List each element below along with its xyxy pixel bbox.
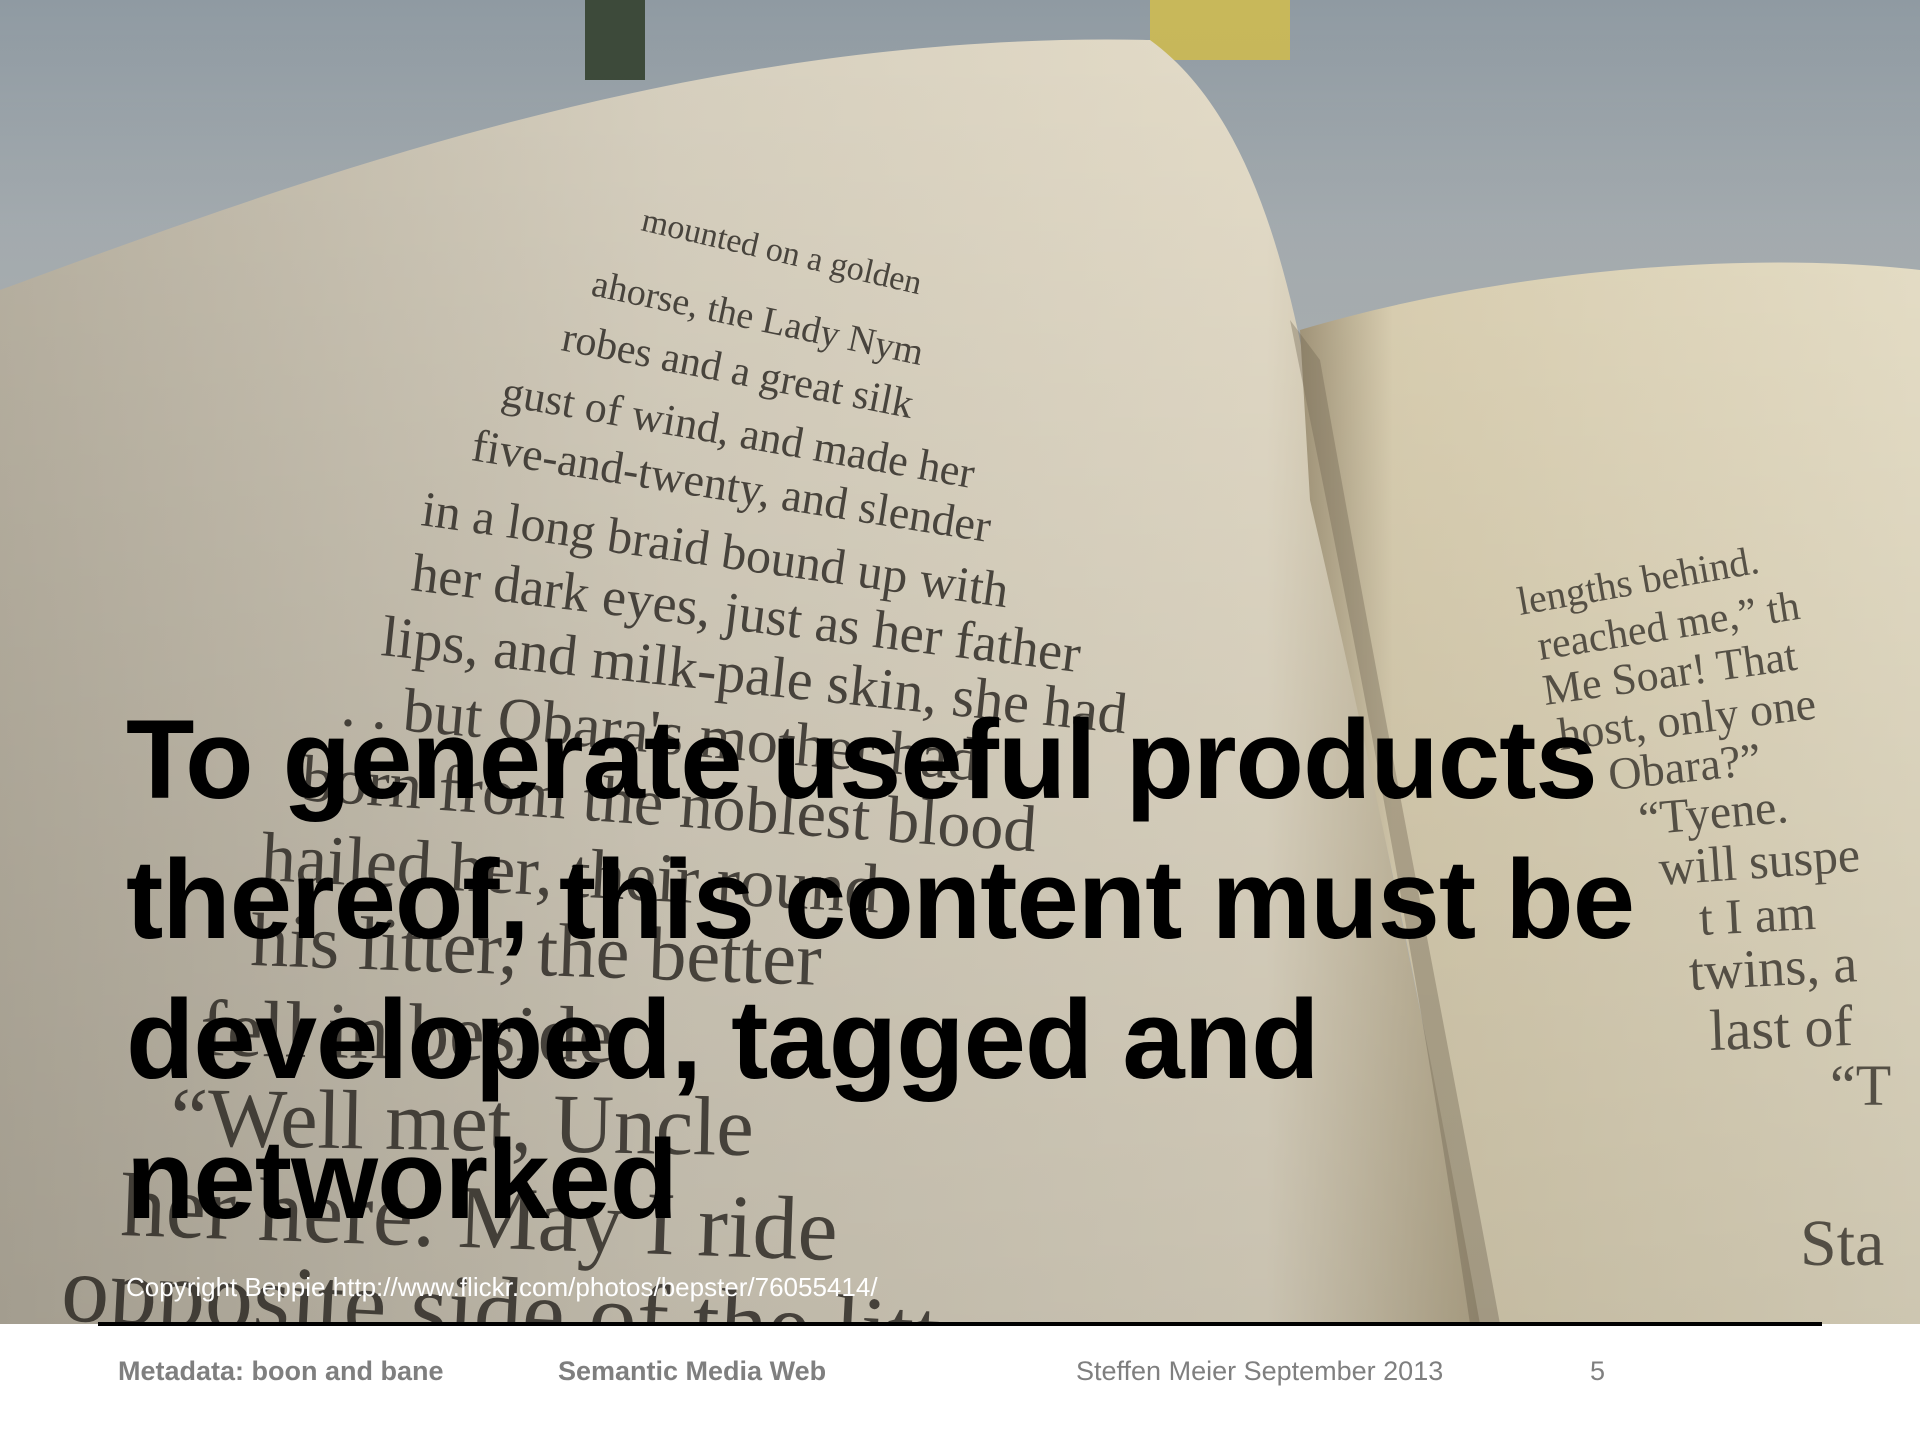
headline-line: thereof, this content must be — [126, 837, 1635, 962]
headline-line: developed, tagged and — [126, 977, 1320, 1102]
footer-presentation-title: Metadata: boon and bane — [118, 1356, 444, 1386]
headline-line: networked — [126, 1117, 678, 1242]
slide-headline: To generate useful products thereof, thi… — [126, 690, 1766, 1250]
footer-author-date: Steffen Meier September 2013 — [1076, 1356, 1444, 1386]
footer-course: Semantic Media Web — [558, 1356, 827, 1386]
book-line: Sta — [1800, 1207, 1884, 1280]
footer-divider — [98, 1322, 1822, 1326]
image-credit: Copyright Beppie http://www.flickr.com/p… — [126, 1272, 878, 1302]
book-line: “T — [1830, 1053, 1891, 1118]
slide: mounted on a golden ahorse, the Lady Nym… — [0, 0, 1920, 1440]
footer-page-number: 5 — [1590, 1356, 1606, 1386]
headline-line: To generate useful products — [126, 697, 1598, 822]
